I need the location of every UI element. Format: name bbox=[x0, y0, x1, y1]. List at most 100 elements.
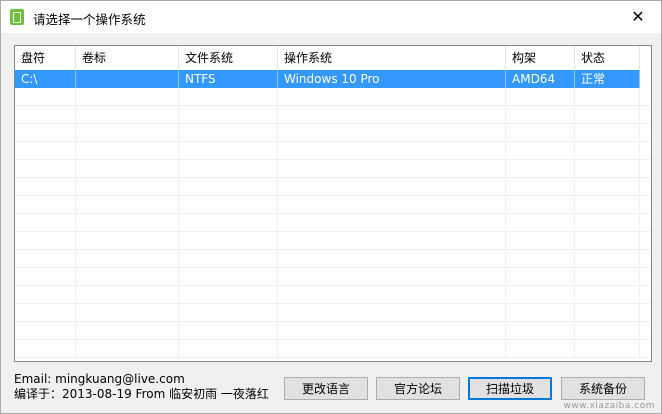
empty-cell bbox=[640, 214, 651, 232]
close-button[interactable]: ✕ bbox=[615, 1, 661, 31]
empty-cell bbox=[278, 88, 506, 106]
empty-cell bbox=[278, 214, 506, 232]
empty-cell bbox=[179, 340, 278, 358]
empty-cell bbox=[506, 250, 575, 268]
column-header-architecture[interactable]: 构架 bbox=[506, 46, 575, 70]
system-backup-button[interactable]: 系统备份 bbox=[561, 377, 645, 400]
empty-row bbox=[15, 178, 651, 196]
table-header: 盘符 卷标 文件系统 操作系统 构架 状态 bbox=[15, 46, 651, 70]
column-header-drive[interactable]: 盘符 bbox=[15, 46, 76, 70]
empty-cell bbox=[640, 196, 651, 214]
table-row[interactable]: C:\ NTFS Windows 10 Pro AMD64 正常 bbox=[15, 70, 651, 88]
empty-cell bbox=[640, 286, 651, 304]
empty-cell bbox=[506, 286, 575, 304]
empty-cell bbox=[575, 268, 640, 286]
empty-cell bbox=[179, 178, 278, 196]
empty-cell bbox=[278, 160, 506, 178]
empty-cell bbox=[506, 322, 575, 340]
cell-architecture: AMD64 bbox=[506, 70, 575, 88]
column-header-operating-system[interactable]: 操作系统 bbox=[278, 46, 506, 70]
empty-cell bbox=[278, 250, 506, 268]
empty-cell bbox=[575, 286, 640, 304]
column-header-status[interactable]: 状态 bbox=[575, 46, 640, 70]
empty-cell bbox=[15, 160, 76, 178]
empty-cell bbox=[640, 124, 651, 142]
empty-cell bbox=[278, 124, 506, 142]
empty-cell bbox=[506, 340, 575, 358]
empty-cell bbox=[76, 322, 179, 340]
empty-cell bbox=[15, 304, 76, 322]
empty-cell bbox=[179, 322, 278, 340]
empty-cell bbox=[179, 304, 278, 322]
empty-cell bbox=[179, 232, 278, 250]
empty-cell bbox=[15, 196, 76, 214]
empty-cell bbox=[506, 160, 575, 178]
os-list-table[interactable]: 盘符 卷标 文件系统 操作系统 构架 状态 C:\ NTFS Windows 1… bbox=[14, 45, 652, 362]
empty-row bbox=[15, 232, 651, 250]
empty-cell bbox=[506, 178, 575, 196]
empty-cell bbox=[278, 304, 506, 322]
empty-cell bbox=[575, 322, 640, 340]
empty-cell bbox=[575, 160, 640, 178]
scan-junk-button[interactable]: 扫描垃圾 bbox=[468, 377, 552, 400]
empty-cell bbox=[575, 106, 640, 124]
empty-cell bbox=[179, 106, 278, 124]
empty-cell bbox=[575, 214, 640, 232]
empty-cell bbox=[640, 250, 651, 268]
empty-cell bbox=[506, 304, 575, 322]
column-header-file-system[interactable]: 文件系统 bbox=[179, 46, 278, 70]
empty-cell bbox=[179, 250, 278, 268]
compile-info-text: 编译于：2013-08-19 From 临安初雨 一夜落红 bbox=[14, 387, 269, 401]
empty-cell bbox=[640, 88, 651, 106]
empty-cell bbox=[575, 124, 640, 142]
table-body: C:\ NTFS Windows 10 Pro AMD64 正常 bbox=[15, 70, 651, 361]
cell-filler bbox=[640, 70, 651, 88]
empty-cell bbox=[640, 322, 651, 340]
cell-volume-label bbox=[76, 70, 179, 88]
empty-cell bbox=[640, 304, 651, 322]
cell-drive: C:\ bbox=[15, 70, 76, 88]
empty-cell bbox=[179, 124, 278, 142]
empty-cell bbox=[76, 178, 179, 196]
empty-cell bbox=[506, 268, 575, 286]
empty-cell bbox=[76, 214, 179, 232]
empty-cell bbox=[15, 88, 76, 106]
empty-cell bbox=[76, 286, 179, 304]
change-language-button[interactable]: 更改语言 bbox=[284, 377, 368, 400]
empty-cell bbox=[76, 160, 179, 178]
empty-row bbox=[15, 268, 651, 286]
empty-row bbox=[15, 304, 651, 322]
empty-cell bbox=[15, 250, 76, 268]
empty-cell bbox=[640, 232, 651, 250]
empty-cell bbox=[15, 142, 76, 160]
empty-cell bbox=[278, 232, 506, 250]
empty-cell bbox=[15, 178, 76, 196]
empty-cell bbox=[575, 340, 640, 358]
column-header-volume-label[interactable]: 卷标 bbox=[76, 46, 179, 70]
empty-cell bbox=[76, 268, 179, 286]
empty-cell bbox=[640, 340, 651, 358]
empty-row bbox=[15, 250, 651, 268]
empty-cell bbox=[506, 196, 575, 214]
empty-cell bbox=[278, 178, 506, 196]
empty-row bbox=[15, 160, 651, 178]
empty-cell bbox=[575, 232, 640, 250]
empty-row bbox=[15, 106, 651, 124]
empty-cell bbox=[278, 286, 506, 304]
empty-cell bbox=[506, 142, 575, 160]
empty-cell bbox=[575, 142, 640, 160]
empty-cell bbox=[278, 268, 506, 286]
empty-cell bbox=[575, 178, 640, 196]
empty-cell bbox=[640, 106, 651, 124]
empty-cell bbox=[640, 178, 651, 196]
empty-cell bbox=[506, 88, 575, 106]
close-icon: ✕ bbox=[631, 6, 645, 26]
empty-cell bbox=[15, 340, 76, 358]
footer-info: Email: mingkuang@live.com 编译于：2013-08-19… bbox=[14, 372, 269, 402]
empty-row bbox=[15, 124, 651, 142]
empty-cell bbox=[15, 232, 76, 250]
empty-cell bbox=[278, 322, 506, 340]
empty-cell bbox=[76, 196, 179, 214]
official-forum-button[interactable]: 官方论坛 bbox=[376, 377, 460, 400]
empty-cell bbox=[506, 214, 575, 232]
